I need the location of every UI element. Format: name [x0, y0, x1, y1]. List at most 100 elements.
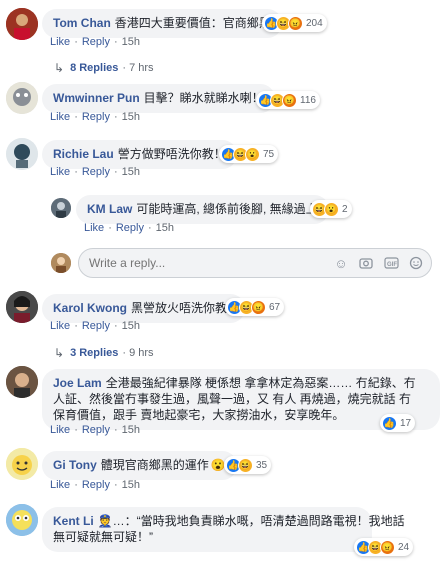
avatar-image: [6, 291, 38, 323]
timestamp[interactable]: 15h: [122, 36, 140, 48]
reaction-count: 75: [263, 148, 275, 160]
separator: ·: [113, 479, 118, 491]
emoji-icon[interactable]: ☺: [333, 256, 349, 272]
timestamp[interactable]: 15h: [122, 111, 140, 123]
avatar[interactable]: [6, 8, 38, 40]
like-link[interactable]: Like: [50, 36, 70, 48]
author-name[interactable]: Kent Li: [53, 514, 94, 528]
comment-actions: Like · Reply · 15h: [50, 320, 140, 332]
reaction-summary[interactable]: 😆 😮 2: [310, 200, 352, 218]
separator: ·: [74, 166, 78, 178]
author-name[interactable]: Gi Tony: [53, 458, 97, 472]
svg-text:GIF: GIF: [387, 262, 397, 268]
wow-reaction-icon: 😮: [245, 146, 260, 162]
avatar[interactable]: [51, 198, 71, 218]
reply-link[interactable]: Reply: [82, 320, 110, 332]
avatar-image: [6, 366, 38, 398]
like-link[interactable]: Like: [50, 424, 70, 436]
reaction-summary[interactable]: 👍 😆 😮 75: [219, 145, 279, 163]
replies-count[interactable]: 8 Replies: [70, 62, 118, 74]
author-name[interactable]: Joe Lam: [53, 376, 102, 390]
view-replies-link[interactable]: ↳ 8 Replies · 7 hrs: [54, 61, 154, 75]
comment-bubble: Richie Lau 謍方做野唔洗你教！: [42, 140, 237, 169]
gif-icon[interactable]: GIF: [383, 256, 399, 272]
like-link[interactable]: Like: [50, 320, 70, 332]
haha-reaction-icon: 😆: [238, 457, 253, 473]
separator: ·: [113, 166, 118, 178]
reaction-count: 116: [300, 94, 316, 106]
avatar-image: [6, 138, 38, 170]
avatar-image: [6, 82, 38, 114]
separator: ·: [113, 36, 118, 48]
reply-link[interactable]: Reply: [82, 479, 110, 491]
comment-actions: Like · Reply · 15h: [50, 111, 140, 123]
reply-composer[interactable]: ☺ GIF: [78, 248, 432, 278]
comment-text: …：“當時我地負責睇水嘅，唔清楚過問路電視！我地話: [112, 514, 405, 528]
author-name[interactable]: Richie Lau: [53, 147, 114, 161]
comment-actions: Like · Reply · 15h: [50, 166, 140, 178]
comment-bubble: Tom Chan 香港四大重要價值：官商鄉黑: [42, 9, 282, 38]
avatar[interactable]: [6, 366, 38, 398]
avatar-image: [51, 253, 71, 273]
timestamp[interactable]: 15h: [122, 166, 140, 178]
author-name[interactable]: KM Law: [87, 202, 132, 216]
current-user-avatar: [51, 253, 71, 273]
separator: ·: [74, 424, 78, 436]
comment-text: 全港最強紀律暴隊 梗係想 拿拿林定為惡案…… 冇紀錄、冇: [105, 376, 416, 390]
camera-icon[interactable]: [358, 256, 374, 272]
comment-actions: Like · Reply · 15h: [50, 424, 140, 436]
comment-actions: Like · Reply · 15h: [50, 479, 140, 491]
separator: ·: [74, 36, 78, 48]
like-link[interactable]: Like: [50, 166, 70, 178]
reaction-summary[interactable]: 👍 😆 35: [224, 456, 272, 474]
reaction-count: 2: [342, 203, 348, 215]
avatar[interactable]: [6, 138, 38, 170]
view-replies-link[interactable]: ↳ 3 Replies · 9 hrs: [54, 346, 154, 360]
author-name[interactable]: Tom Chan: [53, 16, 111, 30]
reaction-summary[interactable]: 👍 😆 😠 24: [354, 538, 414, 556]
reply-arrow-icon: ↳: [54, 61, 65, 75]
comment-text: 體現官商鄉黑的運作: [100, 458, 209, 472]
like-link[interactable]: Like: [84, 222, 104, 234]
reply-bubble: KM Law 可能時運高, 總係前後腳, 無緣過上: [76, 195, 329, 224]
avatar-image: [6, 448, 38, 480]
comment-bubble: Wmwinner Pun 目擊？睇水就睇水喇！: [42, 84, 275, 113]
avatar-image: [6, 504, 38, 536]
comment-text-line2: 人証、然後當冇事發生過，風聲一過，又 有人 再燒過，燒完就話 冇: [53, 392, 412, 406]
timestamp[interactable]: 15h: [156, 222, 174, 234]
reaction-summary[interactable]: 👍 😆 😠 116: [256, 91, 320, 109]
reaction-summary[interactable]: 👍 😆 😠 67: [225, 298, 285, 316]
sticker-icon[interactable]: [408, 256, 424, 272]
timestamp[interactable]: 15h: [122, 424, 140, 436]
comment-text: 謍方做野唔洗你教！: [117, 147, 226, 161]
avatar-image: [6, 8, 38, 40]
reply-link[interactable]: Reply: [82, 36, 110, 48]
reply-input[interactable]: [89, 256, 309, 270]
reply-link[interactable]: Reply: [82, 424, 110, 436]
author-name[interactable]: Karol Kwong: [53, 301, 127, 315]
reaction-summary[interactable]: 👍 😆 😠 204: [262, 14, 327, 32]
replies-count[interactable]: 3 Replies: [70, 347, 118, 359]
avatar[interactable]: [6, 291, 38, 323]
angry-reaction-icon: 😠: [251, 299, 266, 315]
comment-text: 目擊？睇水就睇水喇！: [143, 91, 264, 105]
author-name[interactable]: Wmwinner Pun: [53, 91, 140, 105]
like-link[interactable]: Like: [50, 111, 70, 123]
replies-time: · 7 hrs: [122, 62, 154, 74]
reply-arrow-icon: ↳: [54, 346, 65, 360]
timestamp[interactable]: 15h: [122, 479, 140, 491]
like-link[interactable]: Like: [50, 479, 70, 491]
avatar[interactable]: [6, 448, 38, 480]
avatar[interactable]: [6, 82, 38, 114]
avatar[interactable]: [6, 504, 38, 536]
reaction-count: 204: [306, 17, 323, 29]
reaction-summary[interactable]: 👍 17: [380, 414, 416, 432]
reply-link[interactable]: Reply: [116, 222, 144, 234]
timestamp[interactable]: 15h: [122, 320, 140, 332]
reply-link[interactable]: Reply: [82, 166, 110, 178]
separator: ·: [74, 479, 78, 491]
comment-text-line2: 無可疑就無可疑！”: [53, 530, 153, 544]
reply-link[interactable]: Reply: [82, 111, 110, 123]
reaction-count: 24: [398, 541, 410, 553]
replies-time: · 9 hrs: [122, 347, 154, 359]
